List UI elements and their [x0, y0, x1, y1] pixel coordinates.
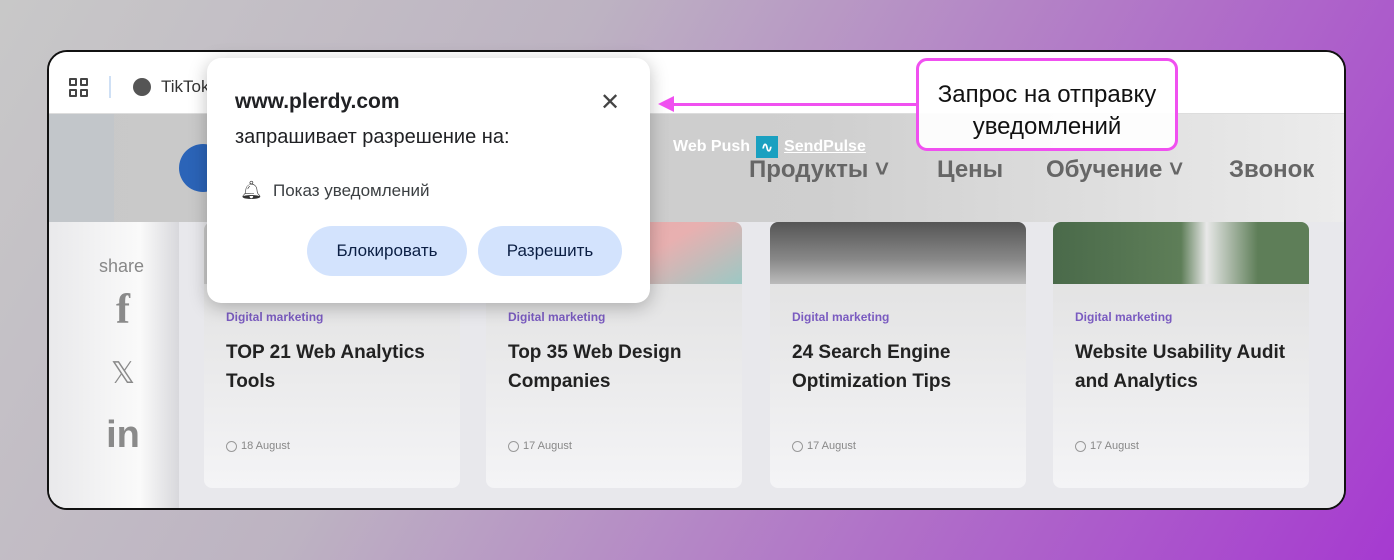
nav-prices[interactable]: Цены [937, 156, 1003, 184]
facebook-icon[interactable]: f [93, 286, 153, 334]
linkedin-icon[interactable]: in [93, 414, 153, 457]
article-title[interactable]: Top 35 Web Design Companies [508, 338, 728, 396]
popup-request-text: запрашивает разрешение на: [235, 126, 510, 148]
clock-icon [226, 440, 237, 452]
date-text: 17 August [807, 440, 856, 452]
article-category[interactable]: Digital marketing [792, 310, 889, 324]
sendpulse-link[interactable]: SendPulse [784, 138, 866, 156]
date-text: 17 August [1090, 440, 1139, 452]
clock-icon [1075, 440, 1086, 452]
bookmark-tiktok[interactable]: TikTok [161, 77, 210, 97]
date-text: 17 August [523, 440, 572, 452]
clock-icon [792, 440, 803, 452]
arrow-head-icon [658, 96, 674, 112]
nav-call[interactable]: Звонок [1229, 156, 1314, 184]
article-image [770, 222, 1026, 284]
share-label: share [99, 256, 145, 276]
nav-products[interactable]: Продукты ˅ [749, 156, 889, 184]
article-card[interactable]: Digital marketing Website Usability Audi… [1053, 222, 1309, 488]
article-category[interactable]: Digital marketing [226, 310, 323, 324]
sendpulse-pulse-icon: ∿ [756, 136, 779, 158]
article-title[interactable]: 24 Search Engine Optimization Tips [792, 338, 1012, 396]
bell-icon: 🔔︎ [240, 180, 263, 200]
permission-label: Показ уведомлений [273, 181, 430, 200]
callout-annotation: Запрос на отправку уведомлений [916, 58, 1178, 151]
article-card[interactable]: Digital marketing 24 Search Engine Optim… [770, 222, 1026, 488]
date-text: 18 August [241, 440, 290, 452]
article-category[interactable]: Digital marketing [1075, 310, 1172, 324]
block-button[interactable]: Блокировать [307, 226, 467, 276]
nav-learning[interactable]: Обучение ˅ [1046, 156, 1183, 184]
allow-button[interactable]: Разрешить [478, 226, 622, 276]
web-push-badge[interactable]: Web Push ∿ SendPulse [673, 136, 866, 158]
apps-grid-icon[interactable] [69, 78, 89, 98]
share-sidebar: share f 𝕏 in [49, 222, 179, 508]
divider [109, 76, 111, 98]
notification-permission-popup: www.plerdy.com запрашивает разрешение на… [207, 58, 650, 303]
callout-arrow [668, 103, 916, 106]
web-push-label: Web Push [673, 138, 751, 155]
globe-icon [133, 78, 151, 96]
article-date: 17 August [1075, 440, 1139, 452]
article-title[interactable]: Website Usability Audit and Analytics [1075, 338, 1295, 396]
x-twitter-icon[interactable]: 𝕏 [93, 356, 153, 391]
article-title[interactable]: TOP 21 Web Analytics Tools [226, 338, 446, 396]
article-date: 18 August [226, 440, 290, 452]
close-icon[interactable]: ✕ [600, 88, 620, 117]
article-date: 17 August [792, 440, 856, 452]
article-image [1053, 222, 1309, 284]
header-left-panel [49, 114, 114, 222]
article-date: 17 August [508, 440, 572, 452]
popup-site: www.plerdy.com [235, 90, 400, 113]
clock-icon [508, 440, 519, 452]
article-category[interactable]: Digital marketing [508, 310, 605, 324]
